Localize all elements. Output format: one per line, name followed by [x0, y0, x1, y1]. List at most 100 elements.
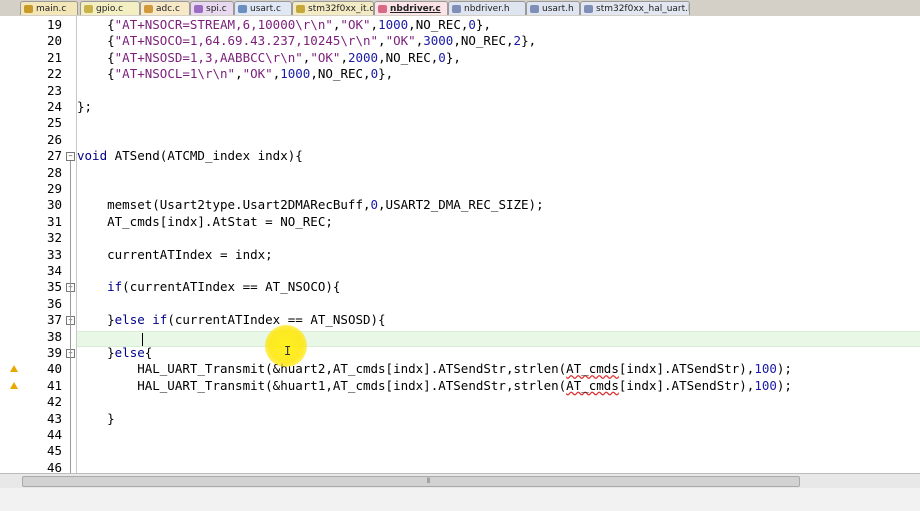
line-number: 45 — [46, 443, 62, 459]
code-token: 0 — [438, 49, 446, 65]
code-line[interactable]: HAL_UART_Transmit(&huart1,AT_cmds[indx].… — [77, 378, 792, 394]
warning-icon[interactable] — [10, 365, 18, 373]
code-line[interactable]: {"AT+NSOSD=1,3,AABBCC\r\n","OK",2000,NO_… — [77, 50, 461, 66]
code-token: { — [77, 66, 115, 82]
code-token: { — [144, 345, 153, 360]
code-line[interactable]: {"AT+NSOCO=1,64.69.43.237,10245\r\n","OK… — [77, 33, 536, 49]
tab-label: spi.c — [206, 4, 227, 14]
line-number: 28 — [46, 164, 62, 180]
code-token: , — [378, 33, 386, 49]
code-editor[interactable]: 19 20 21 22 23 24 25 26 27 28 29 30 31 32 33 34 35 36 37 38… — [0, 16, 920, 473]
file-icon — [530, 5, 539, 13]
line-number: 37 — [46, 312, 62, 328]
code-token: 1000 — [378, 17, 409, 32]
tab-nbdriver-c[interactable]: nbdriver.c — [374, 1, 448, 15]
line-number-gutter: 19 20 21 22 23 24 25 26 27 28 29 30 31 32 33 34 35 36 37 38… — [0, 16, 64, 473]
scrollbar-thumb[interactable]: ⦀ — [22, 476, 800, 487]
fold-collapse-icon[interactable]: − — [66, 152, 75, 162]
code-token: ); — [776, 361, 792, 377]
file-icon — [584, 5, 593, 13]
code-line[interactable]: {"AT+NSOCR=STREAM,6,10000\r\n","OK",1000… — [77, 17, 491, 33]
code-token: }, — [378, 66, 394, 82]
code-token: void — [77, 148, 108, 164]
file-icon — [238, 5, 247, 13]
code-line[interactable]: } — [77, 411, 115, 427]
tab-label: nbdriver.h — [464, 4, 510, 14]
code-token: }, — [445, 49, 461, 65]
code-token: "AT+NSOCL=1\r\n" — [114, 66, 236, 82]
line-number: 38 — [46, 328, 62, 344]
code-token: ,NO_REC, — [408, 17, 469, 32]
code-line[interactable]: AT_cmds[indx].AtStat = NO_REC; — [77, 214, 333, 230]
tab-usart-h[interactable]: usart.h — [526, 1, 580, 15]
file-icon — [452, 5, 461, 13]
code-token: { — [77, 17, 115, 32]
tab-label: usart.h — [542, 4, 574, 14]
code-token: }, — [475, 17, 491, 32]
line-number: 29 — [46, 181, 62, 196]
code-line[interactable]: currentATIndex = indx; — [77, 247, 273, 263]
code-line[interactable]: }else if(currentATIndex == AT_NSOSD){ — [77, 312, 385, 328]
line-number: 36 — [46, 295, 62, 311]
code-token: "OK" — [340, 17, 371, 32]
line-number: 19 — [46, 17, 62, 32]
code-line[interactable]: }else{ — [77, 345, 152, 361]
text-caret — [142, 333, 143, 346]
line-number: 40 — [46, 361, 62, 377]
line-number: 41 — [46, 377, 62, 393]
tab-stm32f0xx-hal-uart-h[interactable]: stm32f0xx_hal_uart.h — [580, 1, 690, 15]
warning-icon[interactable] — [10, 381, 18, 389]
file-icon — [296, 5, 305, 13]
file-icon — [378, 5, 387, 13]
code-token: 2000 — [347, 49, 379, 65]
line-number: 42 — [46, 394, 62, 410]
tab-gpio-c[interactable]: gpio.c — [80, 1, 140, 15]
tab-usart-c[interactable]: usart.c — [234, 1, 292, 15]
code-line[interactable]: void ATSend(ATCMD_index indx){ — [77, 148, 303, 164]
window-bottom-strip — [0, 488, 920, 511]
code-token: ATSend(ATCMD_index indx){ — [107, 148, 303, 164]
tab-main-c[interactable]: main.c — [20, 1, 78, 15]
code-line[interactable]: }; — [77, 99, 92, 115]
code-token: } — [77, 410, 115, 426]
tab-spi-c[interactable]: spi.c — [190, 1, 234, 15]
code-token: "OK" — [242, 66, 273, 82]
code-token: }, — [521, 33, 537, 49]
file-icon — [84, 5, 93, 13]
code-token: (currentATIndex == AT_NSOCO){ — [122, 279, 341, 295]
code-line[interactable]: HAL_UART_Transmit(&huart2,AT_cmds[indx].… — [77, 361, 792, 377]
line-number: 32 — [46, 230, 62, 246]
code-token: } — [77, 345, 115, 360]
code-token: ,NO_REC, — [310, 66, 371, 82]
code-token: , — [235, 66, 243, 82]
tab-stm32f0xx-it-c[interactable]: stm32f0xx_it.c — [292, 1, 374, 15]
tab-label: gpio.c — [96, 4, 124, 14]
file-icon — [24, 5, 33, 13]
code-token: 1000 — [280, 66, 311, 82]
tab-adc-c[interactable]: adc.c — [140, 1, 190, 15]
line-number: 25 — [46, 115, 62, 131]
code-token: if — [107, 279, 123, 295]
code-token: } — [77, 312, 115, 328]
code-line[interactable]: memset(Usart2type.Usart2DMARecBuff,0,USA… — [77, 197, 544, 213]
code-token: memset(Usart2type.Usart2DMARecBuff, — [77, 197, 371, 213]
line-number: 44 — [46, 427, 62, 442]
line-number: 31 — [46, 213, 62, 229]
code-token: }; — [77, 99, 93, 114]
line-number: 30 — [46, 197, 62, 213]
tab-label: adc.c — [156, 4, 180, 14]
line-number: 43 — [46, 410, 62, 426]
scrollbar-grip-icon: ⦀ — [427, 477, 431, 485]
line-number: 35 — [46, 279, 62, 295]
code-line[interactable]: {"AT+NSOCL=1\r\n","OK",1000,NO_REC,0}, — [77, 66, 393, 82]
code-token: "AT+NSOCR=STREAM,6,10000\r\n" — [114, 17, 333, 32]
code-line[interactable]: if(currentATIndex == AT_NSOCO){ — [77, 279, 340, 295]
line-number: 22 — [46, 66, 62, 82]
tab-label: stm32f0xx_hal_uart.h — [596, 4, 690, 14]
line-number: 39 — [46, 345, 62, 360]
code-token: "OK" — [310, 49, 341, 65]
tab-label: usart.c — [250, 4, 281, 14]
tab-nbdriver-h[interactable]: nbdriver.h — [448, 1, 526, 15]
horizontal-scrollbar[interactable]: ⦀ — [0, 473, 920, 488]
